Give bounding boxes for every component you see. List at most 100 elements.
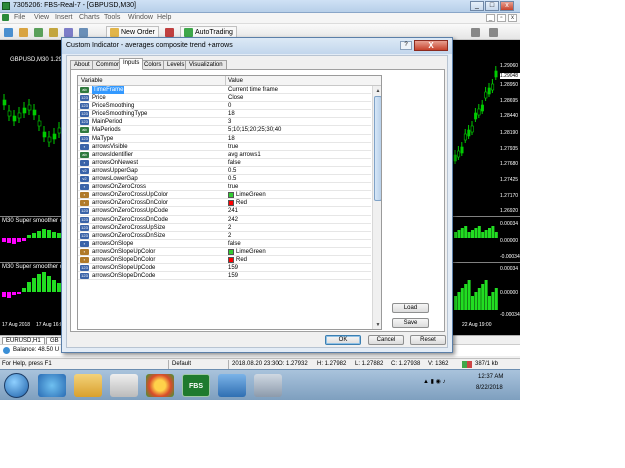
ok-button[interactable]: OK — [325, 335, 361, 345]
column-header-variable[interactable]: Variable — [81, 78, 103, 84]
zoom-in-button[interactable] — [470, 26, 483, 38]
input-row[interactable]: 123 arrowsOnZeroCrossDnCode 242 — [78, 216, 371, 224]
variable-value[interactable]: true — [228, 183, 238, 191]
menu-file[interactable]: File — [14, 14, 25, 21]
status-profile[interactable]: Default — [172, 361, 191, 367]
media-taskbar-icon[interactable] — [110, 374, 138, 397]
column-header-value[interactable]: Value — [228, 78, 243, 84]
input-row[interactable]: ▪ arrowsOnZeroCrossDnColor Red — [78, 199, 371, 208]
variable-value[interactable]: 18 — [228, 135, 235, 143]
variable-value[interactable]: 242 — [228, 216, 238, 224]
save-button[interactable]: Save — [392, 318, 429, 328]
input-row[interactable]: 123 arrowsOnZeroCrossUpCode 241 — [78, 207, 371, 216]
variable-value[interactable]: 2 — [228, 224, 231, 232]
variable-value[interactable]: Red — [236, 256, 247, 264]
variable-value[interactable]: true — [228, 143, 238, 151]
variable-value[interactable]: false — [228, 159, 241, 167]
variable-value[interactable]: 159 — [228, 272, 238, 280]
variable-value[interactable]: false — [228, 240, 241, 248]
market-watch-button[interactable] — [33, 26, 46, 38]
input-row[interactable]: 123 arrowsOnZeroCrossUpSize 2 — [78, 224, 371, 232]
variable-value[interactable]: 18 — [228, 110, 235, 118]
variable-value[interactable]: avg arrows1 — [228, 151, 261, 159]
menu-window[interactable]: Window — [128, 14, 153, 21]
variable-value[interactable]: Close — [228, 94, 243, 102]
menu-view[interactable]: View — [34, 14, 49, 21]
maximize-button[interactable]: □ — [485, 1, 499, 11]
tray-icons[interactable]: ▲ ▮ ◉ ♪ — [423, 378, 445, 385]
profiles-button[interactable] — [18, 26, 31, 38]
input-row[interactable]: 123 arrowsOnZeroCrossDnSize 2 — [78, 232, 371, 240]
vertical-scrollbar[interactable]: ▲ ▼ — [372, 86, 381, 329]
menu-insert[interactable]: Insert — [55, 14, 73, 21]
variable-value[interactable]: 159 — [228, 264, 238, 272]
input-row[interactable]: ab MaPeriods 5;10;15;20;25;30;40 — [78, 126, 371, 135]
input-row[interactable]: 123 PriceSmoothingType 18 — [78, 110, 371, 119]
explorer-taskbar-icon[interactable] — [74, 374, 102, 397]
dialog-close-button[interactable]: X — [414, 40, 448, 51]
close-button[interactable]: x — [500, 1, 514, 11]
input-row[interactable]: 123 MaType 18 — [78, 135, 371, 143]
color-swatch[interactable] — [228, 248, 234, 255]
color-swatch[interactable] — [228, 256, 234, 263]
help-button[interactable]: ? — [400, 41, 412, 50]
app-taskbar-icon[interactable] — [218, 374, 246, 397]
histogram-bar — [7, 238, 11, 243]
color-swatch[interactable] — [228, 192, 234, 199]
color-swatch[interactable] — [228, 200, 234, 207]
input-row[interactable]: ▪ arrowsOnZeroCrossUpColor LimeGreen — [78, 191, 371, 200]
ie-taskbar-icon[interactable] — [38, 374, 66, 397]
menu-charts[interactable]: Charts — [79, 14, 100, 21]
title-bar[interactable]: 7305206: FBS-Real-7 - [GBPUSD,M30] _ □ x — [0, 0, 520, 13]
minimize-button[interactable]: _ — [470, 1, 484, 11]
input-row[interactable]: v2 arrowsLowerGap 0.5 — [78, 175, 371, 184]
input-row[interactable]: ▪ arrowsOnSlopeDnColor Red — [78, 256, 371, 265]
variable-value[interactable]: 0.5 — [228, 175, 236, 183]
variable-value[interactable]: Red — [236, 199, 247, 207]
input-row[interactable]: ▪ arrowsOnNewest false — [78, 159, 371, 167]
tab-inputs[interactable]: Inputs — [119, 58, 144, 70]
variable-value[interactable]: LimeGreen — [236, 248, 266, 256]
variable-value[interactable]: 3 — [228, 118, 231, 126]
menu-help[interactable]: Help — [157, 14, 171, 21]
mdi-restore-button[interactable]: ▫ — [497, 14, 506, 22]
scroll-thumb[interactable] — [374, 96, 381, 201]
variable-value[interactable]: LimeGreen — [236, 191, 266, 199]
variable-value[interactable]: 2 — [228, 232, 231, 240]
input-row[interactable]: ▪ arrowsVisible true — [78, 143, 371, 151]
scroll-down-icon[interactable]: ▼ — [374, 321, 381, 329]
scroll-up-icon[interactable]: ▲ — [374, 87, 381, 95]
variable-value[interactable]: 0 — [228, 102, 231, 110]
clock-date[interactable]: 8/22/2018 — [476, 385, 503, 391]
input-row[interactable]: ▪ arrowsOnSlope false — [78, 240, 371, 248]
mdi-close-button[interactable]: x — [508, 14, 517, 22]
input-row[interactable]: ▪ arrowsOnSlopeUpColor LimeGreen — [78, 248, 371, 256]
clock-time[interactable]: 12:37 AM — [478, 374, 503, 380]
app-taskbar-icon[interactable] — [254, 374, 282, 397]
reset-button[interactable]: Reset — [410, 335, 446, 345]
variable-value[interactable]: Current time frame — [228, 86, 278, 94]
input-row[interactable]: 123 arrowsOnSlopeUpCode 159 — [78, 264, 371, 273]
input-row[interactable]: 123 arrowsOnSlopeDnCode 159 — [78, 272, 371, 281]
input-row[interactable]: ab arrowsIdentifier avg arrows1 — [78, 151, 371, 159]
cancel-button[interactable]: Cancel — [368, 335, 404, 345]
variable-value[interactable]: 241 — [228, 207, 238, 215]
mdi-minimize-button[interactable]: _ — [486, 14, 495, 22]
new-chart-button[interactable] — [3, 26, 16, 38]
data-window-button[interactable] — [48, 26, 61, 38]
variable-value[interactable]: 0.5 — [228, 167, 236, 175]
fbs-taskbar-icon[interactable]: FBS — [182, 374, 210, 397]
menu-tools[interactable]: Tools — [104, 14, 120, 21]
input-row[interactable]: v2 arrowsUpperGap 0.5 — [78, 167, 371, 176]
start-button[interactable] — [4, 373, 29, 398]
zoom-out-button[interactable] — [488, 26, 501, 38]
input-row[interactable]: ▪ arrowsOnZeroCross true — [78, 183, 371, 192]
input-row[interactable]: ab TimeFrame Current time frame — [78, 86, 371, 95]
dialog-title-bar[interactable]: Custom Indicator - averages composite tr… — [62, 38, 452, 54]
input-row[interactable]: 123 Price Close — [78, 94, 371, 103]
load-button[interactable]: Load — [392, 303, 429, 313]
variable-value[interactable]: 5;10;15;20;25;30;40 — [228, 126, 281, 134]
input-row[interactable]: 123 MainPeriod 3 — [78, 118, 371, 127]
chrome-taskbar-icon[interactable] — [146, 374, 174, 397]
input-row[interactable]: 123 PriceSmoothing 0 — [78, 102, 371, 111]
